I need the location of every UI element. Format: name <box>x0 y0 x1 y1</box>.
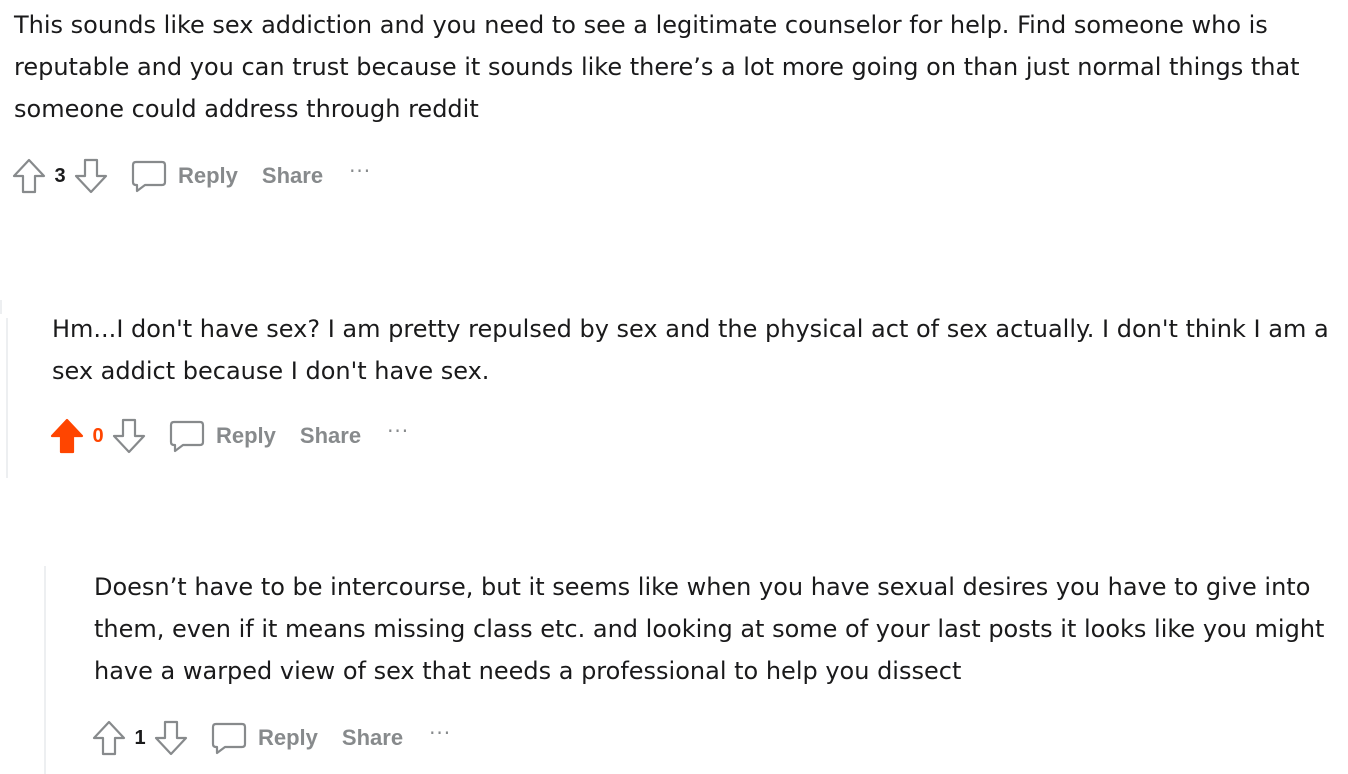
downvote-icon[interactable] <box>110 417 148 455</box>
comment-actions: 1 Reply Share ··· <box>90 718 451 758</box>
more-options-icon[interactable]: ··· <box>429 721 451 745</box>
comment-body: This sounds like sex addiction and you n… <box>14 11 1300 123</box>
comment: This sounds like sex addiction and you n… <box>14 4 1334 130</box>
comment-bubble-icon <box>210 719 248 757</box>
downvote-icon[interactable] <box>152 719 190 757</box>
share-button[interactable]: Share <box>342 725 403 751</box>
reply-label: Reply <box>258 725 318 750</box>
thread-line[interactable] <box>0 300 2 314</box>
comment-bubble-icon <box>130 157 168 195</box>
thread-line[interactable] <box>44 566 46 774</box>
comment-actions: 3 Reply Share ··· <box>10 156 371 196</box>
comment-bubble-icon <box>168 417 206 455</box>
upvote-icon[interactable] <box>10 157 48 195</box>
reply-label: Reply <box>216 423 276 448</box>
thread-line[interactable] <box>6 318 8 478</box>
comment: Doesn’t have to be intercourse, but it s… <box>94 566 1334 692</box>
comment-body: Doesn’t have to be intercourse, but it s… <box>94 573 1325 685</box>
more-options-icon[interactable]: ··· <box>387 419 409 443</box>
vote-count: 3 <box>54 164 66 187</box>
reply-button[interactable]: Reply <box>210 719 318 757</box>
upvote-active-icon[interactable] <box>48 417 86 455</box>
upvote-icon[interactable] <box>90 719 128 757</box>
share-button[interactable]: Share <box>300 423 361 449</box>
reply-button[interactable]: Reply <box>130 157 238 195</box>
reply-button[interactable]: Reply <box>168 417 276 455</box>
more-options-icon[interactable]: ··· <box>349 159 371 183</box>
reply-label: Reply <box>178 163 238 188</box>
comment: Hm...I don't have sex? I am pretty repul… <box>52 308 1332 392</box>
vote-count: 0 <box>92 424 104 447</box>
downvote-icon[interactable] <box>72 157 110 195</box>
share-button[interactable]: Share <box>262 163 323 189</box>
vote-count: 1 <box>134 726 146 749</box>
comment-actions: 0 Reply Share ··· <box>48 416 409 456</box>
comment-body: Hm...I don't have sex? I am pretty repul… <box>52 315 1329 385</box>
